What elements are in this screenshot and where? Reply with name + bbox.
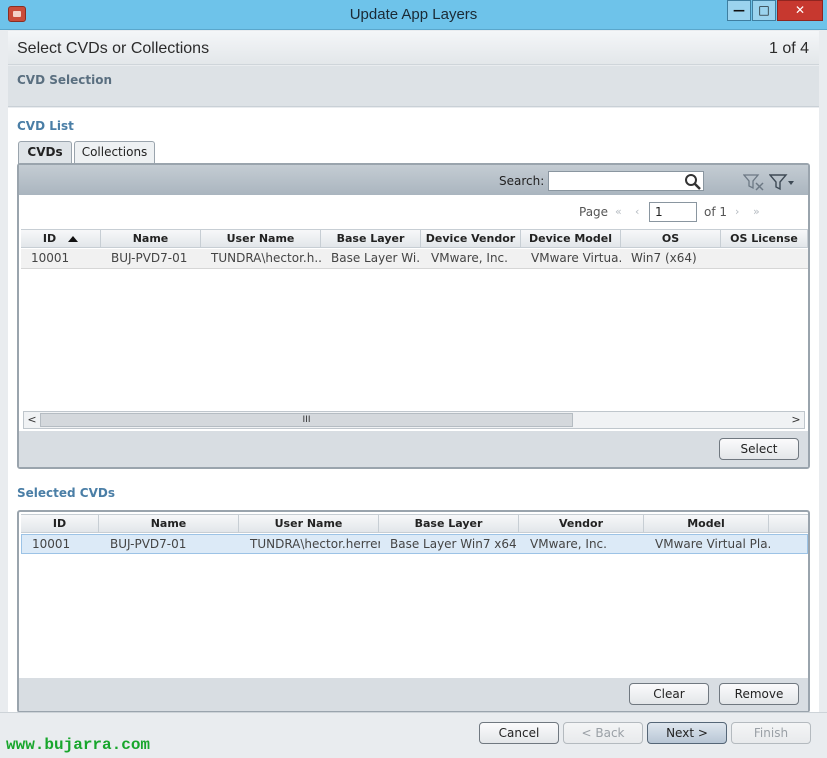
cell-vendor: VMware, Inc. <box>530 537 607 551</box>
cancel-button[interactable]: Cancel <box>479 722 559 744</box>
column-header-base-layer[interactable]: Base Layer <box>379 515 519 533</box>
selected-grid-header: ID Name User Name Base Layer Vendor Mode… <box>21 514 808 533</box>
maximize-button[interactable]: □ <box>752 0 776 21</box>
cvd-toolbar: Search: <box>19 165 808 195</box>
column-header-user-name[interactable]: User Name <box>239 515 379 533</box>
column-header-device-vendor[interactable]: Device Vendor <box>421 230 521 248</box>
last-page-button[interactable]: » <box>753 205 760 218</box>
cvd-list-footer: Select <box>19 431 808 467</box>
prev-page-button[interactable]: ‹ <box>635 205 639 218</box>
cvd-grid-header: ID Name User Name Base Layer Device Vend… <box>21 229 808 248</box>
table-row[interactable]: 10001 BUJ-PVD7-01 TUNDRA\hector.h... Bas… <box>21 249 808 269</box>
first-page-button[interactable]: « <box>615 205 622 218</box>
cell-device-model: VMware Virtua... <box>531 251 621 265</box>
cell-user-name: TUNDRA\hector.herrero <box>250 537 380 551</box>
pager: Page « ‹ 1 of 1 › » <box>19 202 808 224</box>
wizard-footer: www.bujarra.com Cancel < Back Next > Fin… <box>0 712 827 758</box>
cvd-list-panel: Search: Page « ‹ 1 of 1 › » ID Name User… <box>17 163 810 469</box>
finish-button[interactable]: Finish <box>731 722 811 744</box>
next-button[interactable]: Next > <box>647 722 727 744</box>
scroll-right-button[interactable]: > <box>788 412 804 428</box>
scroll-left-button[interactable]: < <box>24 412 40 428</box>
filter-icon[interactable] <box>769 173 795 191</box>
pager-label: Page <box>579 205 609 219</box>
clear-button[interactable]: Clear <box>629 683 709 705</box>
search-input[interactable] <box>548 171 704 191</box>
tab-collections[interactable]: Collections <box>74 141 155 164</box>
wizard-header: Select CVDs or Collections 1 of 4 <box>8 31 819 65</box>
column-header-name[interactable]: Name <box>101 230 201 248</box>
cell-id: 10001 <box>32 537 71 551</box>
selected-cvds-label: Selected CVDs <box>17 486 115 500</box>
select-button[interactable]: Select <box>719 438 799 460</box>
column-header-os-license[interactable]: OS License <box>721 230 808 248</box>
minimize-button[interactable]: — <box>727 0 751 21</box>
cell-device-vendor: VMware, Inc. <box>431 251 508 265</box>
tab-cvds[interactable]: CVDs <box>18 141 72 164</box>
scrollbar-thumb[interactable]: III <box>40 413 573 427</box>
remove-button[interactable]: Remove <box>719 683 799 705</box>
close-button[interactable]: ✕ <box>777 0 823 21</box>
cell-id: 10001 <box>31 251 70 265</box>
horizontal-scrollbar[interactable]: < III > <box>23 411 805 429</box>
column-header-os[interactable]: OS <box>621 230 721 248</box>
cell-os-license <box>721 249 808 269</box>
search-label: Search: <box>499 174 545 188</box>
window-title: Update App Layers <box>349 6 478 23</box>
step-band: CVD Selection <box>8 66 819 107</box>
page-title: Select CVDs or Collections <box>17 40 210 57</box>
column-header-base-layer[interactable]: Base Layer <box>321 230 421 248</box>
cell-name: BUJ-PVD7-01 <box>111 251 188 265</box>
page-number-input[interactable]: 1 <box>649 202 697 222</box>
selected-cvds-panel: ID Name User Name Base Layer Vendor Mode… <box>17 510 810 713</box>
cvd-list-label: CVD List <box>17 119 74 133</box>
cell-base-layer: Base Layer Wi... <box>331 251 421 265</box>
step-counter: 1 of 4 <box>768 40 809 57</box>
column-header-vendor[interactable]: Vendor <box>519 515 644 533</box>
title-bar[interactable]: Update App Layers — □ ✕ <box>0 0 827 30</box>
update-app-layers-window: Update App Layers — □ ✕ Select CVDs or C… <box>0 0 827 758</box>
column-header-user-name[interactable]: User Name <box>201 230 321 248</box>
back-button[interactable]: < Back <box>563 722 643 744</box>
search-icon[interactable] <box>684 173 702 191</box>
column-header-name[interactable]: Name <box>99 515 239 533</box>
filter-clear-icon[interactable] <box>743 173 765 191</box>
cell-user-name: TUNDRA\hector.h... <box>211 251 321 265</box>
cell-base-layer: Base Layer Win7 x64 1.0 <box>390 537 520 551</box>
cell-model: VMware Virtual Pla... <box>655 537 770 551</box>
table-row[interactable]: 10001 BUJ-PVD7-01 TUNDRA\hector.herrero … <box>21 534 808 554</box>
cell-name: BUJ-PVD7-01 <box>110 537 187 551</box>
wizard-content: CVD List CVDs Collections Search: Page «… <box>8 108 819 713</box>
column-header-id[interactable]: ID <box>21 515 99 533</box>
column-header-model[interactable]: Model <box>644 515 769 533</box>
column-header-id[interactable]: ID <box>21 230 101 248</box>
page-total: of 1 <box>704 205 728 219</box>
cell-os: Win7 (x64) <box>631 251 697 265</box>
column-header-device-model[interactable]: Device Model <box>521 230 621 248</box>
watermark: www.bujarra.com <box>6 736 151 754</box>
next-page-button[interactable]: › <box>735 205 739 218</box>
selected-cvds-footer: Clear Remove <box>19 678 808 711</box>
step-label: CVD Selection <box>17 73 113 87</box>
sort-ascending-icon <box>68 236 79 242</box>
